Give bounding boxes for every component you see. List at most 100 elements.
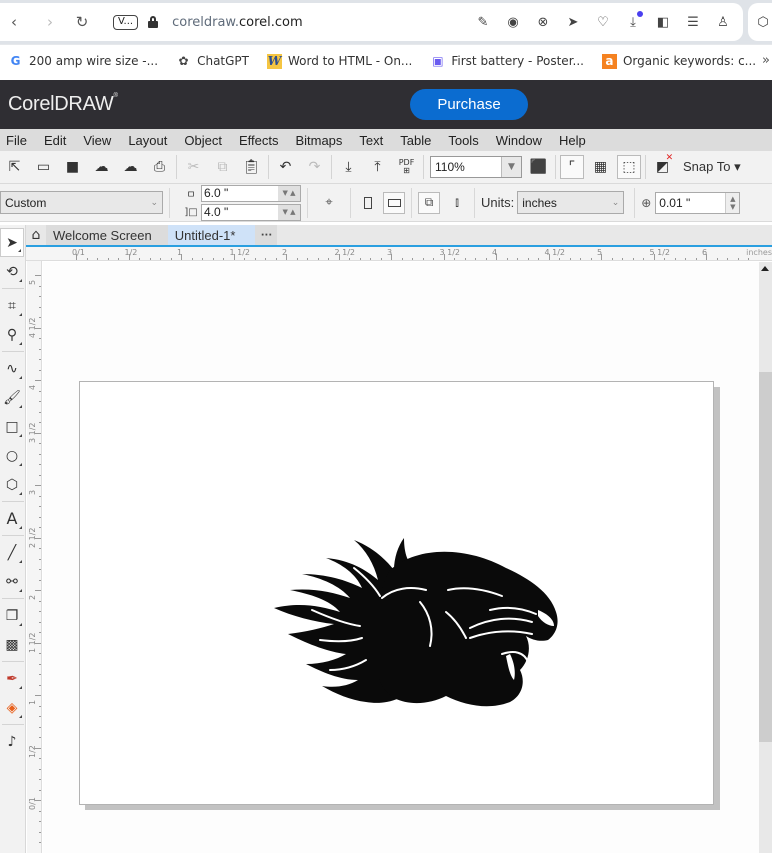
horizontal-ruler[interactable]: inches 0/1 1/2 1 1 1/2 2 2 1/2 3 3 1/2 4 4 1/2 5 5 … — [26, 247, 772, 261]
edit-page-button[interactable]: ✎ — [473, 12, 493, 32]
drop-shadow-tool[interactable]: ❐ — [0, 601, 24, 630]
purchase-button[interactable]: Purchase — [410, 89, 528, 120]
page-size-options-button[interactable]: ⌖ — [314, 192, 344, 214]
nudge-distance-field[interactable]: 0.01 " ▲ ▼ — [655, 191, 741, 214]
export-button[interactable]: ⤒ — [363, 153, 392, 182]
paste-button[interactable]: 📋︎ — [237, 153, 266, 182]
menu-view[interactable]: View — [77, 133, 119, 148]
nudge-distance-value[interactable]: 0.01 " — [656, 193, 725, 213]
show-guidelines-toggle[interactable]: ⬚ — [617, 155, 641, 179]
show-rulers-toggle[interactable]: ⌜ — [560, 155, 584, 179]
page-height-field[interactable]: 4.0 " ▼ ▲ — [201, 203, 301, 221]
undo-button[interactable]: ↶ — [271, 153, 300, 182]
snap-off-button[interactable]: ◩ ✕ — [648, 153, 677, 182]
print-button[interactable]: ⎙ — [145, 153, 174, 182]
menu-window[interactable]: Window — [490, 133, 550, 148]
save-button[interactable]: ■ — [58, 153, 87, 182]
forward-button[interactable]: › — [39, 11, 61, 33]
portrait-button[interactable] — [357, 192, 379, 214]
send-button[interactable]: ➤ — [563, 12, 583, 32]
connector-tool[interactable]: ⚯ — [0, 567, 24, 596]
page-width-spinner[interactable]: ▼ ▲ — [278, 185, 300, 201]
zoom-level-combo[interactable]: 110% ▼ — [430, 156, 522, 178]
menu-tools[interactable]: Tools — [442, 133, 486, 148]
interactive-fill-tool[interactable]: ◈ — [0, 693, 24, 722]
nudge-spinner[interactable]: ▲ ▼ — [725, 192, 740, 213]
rectangle-tool[interactable]: □ — [0, 412, 24, 441]
settings-button[interactable]: ☰ — [683, 12, 703, 32]
menu-layout[interactable]: Layout — [122, 133, 175, 148]
scrollbar-thumb[interactable] — [759, 372, 772, 742]
page-height-value[interactable]: 4.0 " — [202, 205, 278, 220]
copy-button[interactable]: ⧉ — [208, 153, 237, 182]
menu-help[interactable]: Help — [553, 133, 594, 148]
page-width-value[interactable]: 6.0 " — [202, 186, 278, 201]
menu-table[interactable]: Table — [394, 133, 439, 148]
favorite-button[interactable]: ♡ — [593, 12, 613, 32]
scroll-up-arrow-icon[interactable] — [761, 266, 769, 271]
pick-tool[interactable]: ➤ — [0, 228, 24, 257]
cloud-upload-button[interactable]: ☁ — [116, 153, 145, 182]
more-bookmarks-button[interactable]: » — [762, 53, 770, 68]
menu-edit[interactable]: Edit — [38, 133, 74, 148]
current-page-button[interactable]: ⫾ — [446, 192, 468, 214]
new-document-button[interactable]: ⇱ — [0, 153, 29, 182]
chevron-down-icon[interactable]: ▼ — [501, 157, 521, 177]
landscape-button[interactable] — [383, 191, 405, 214]
cloud-download-button[interactable]: ☁ — [87, 153, 116, 182]
page-size-select[interactable]: Custom ⌄ — [0, 191, 163, 214]
menu-file[interactable]: File — [0, 133, 35, 148]
bookmark-item[interactable]: a Organic keywords: c... — [601, 53, 756, 69]
bookmark-item[interactable]: ✿ ChatGPT — [176, 54, 249, 69]
all-pages-button[interactable]: ⧉ — [418, 191, 440, 214]
page-height-spinner[interactable]: ▼ ▲ — [278, 204, 300, 220]
page-width-field[interactable]: 6.0 " ▼ ▲ — [201, 184, 301, 202]
snap-to-dropdown[interactable]: Snap To ▾ — [683, 159, 741, 175]
profile-button[interactable]: ♙ — [713, 12, 733, 32]
screenshot-button[interactable]: ◉ — [503, 12, 523, 32]
parallel-dimension-tool[interactable]: ╱ — [0, 538, 24, 567]
full-screen-preview-button[interactable]: ⬛ — [524, 153, 553, 182]
menu-bitmaps[interactable]: Bitmaps — [289, 133, 350, 148]
adblock-button[interactable]: ⊗ — [533, 12, 553, 32]
zoom-level-value[interactable]: 110% — [431, 157, 501, 177]
bookmark-item[interactable]: W Word to HTML - On... — [267, 53, 412, 69]
polygon-tool[interactable]: ⬡ — [0, 470, 24, 499]
downloads-button[interactable]: ⤓ — [623, 11, 643, 32]
panther-artwork[interactable] — [270, 530, 560, 710]
text-tool[interactable]: A — [0, 504, 24, 533]
site-info-badge[interactable]: V... — [113, 14, 139, 30]
cut-button[interactable]: ✂ — [179, 153, 208, 182]
menu-object[interactable]: Object — [178, 133, 230, 148]
eyedropper-tool[interactable]: ✒ — [0, 664, 24, 693]
open-button[interactable]: ▭ — [29, 153, 58, 182]
tab-untitled-1[interactable]: Untitled-1* — [167, 225, 256, 245]
sidebar-toggle-button[interactable]: ◧ — [653, 12, 673, 32]
artistic-media-tool[interactable]: 🖌︎ — [0, 383, 24, 412]
vertical-ruler[interactable]: 54 1/2 4 3 1/2 3 2 1/2 2 1 1/2 1 1/2 0/1 — [27, 261, 42, 853]
tab-welcome-screen[interactable]: Welcome Screen — [46, 225, 168, 245]
zoom-tool[interactable]: ⚲ — [0, 320, 24, 349]
smart-fill-tool[interactable]: ♪ — [0, 727, 24, 756]
menu-text[interactable]: Text — [353, 133, 391, 148]
freehand-tool[interactable]: ∿ — [0, 354, 24, 383]
redo-button[interactable]: ↷ — [300, 153, 329, 182]
import-button[interactable]: ⤓ — [334, 153, 363, 182]
home-tab[interactable]: ⌂ — [26, 225, 46, 245]
menu-effects[interactable]: Effects — [233, 133, 287, 148]
vertical-scrollbar[interactable] — [759, 262, 772, 853]
ellipse-tool[interactable]: ○ — [0, 441, 24, 470]
url-field[interactable]: coreldraw.corel.com — [172, 15, 303, 30]
transparency-tool[interactable]: ▩ — [0, 630, 24, 659]
show-grid-toggle[interactable]: ▦ — [586, 153, 615, 182]
reload-button[interactable]: ↻ — [71, 11, 93, 33]
crop-tool[interactable]: ⌗ — [0, 291, 24, 320]
publish-pdf-button[interactable]: PDF ⊞ — [392, 153, 421, 182]
bookmark-item[interactable]: ▣ First battery - Poster... — [430, 54, 584, 69]
bookmark-item[interactable]: G 200 amp wire size -... — [8, 54, 159, 69]
units-select[interactable]: inches ⌄ — [517, 191, 625, 214]
shape-tool[interactable]: ⟲ — [0, 257, 24, 286]
extensions-button[interactable]: ⬡ — [748, 3, 772, 41]
more-tabs-button[interactable]: ··· — [255, 225, 278, 245]
back-button[interactable]: ‹ — [3, 11, 25, 33]
